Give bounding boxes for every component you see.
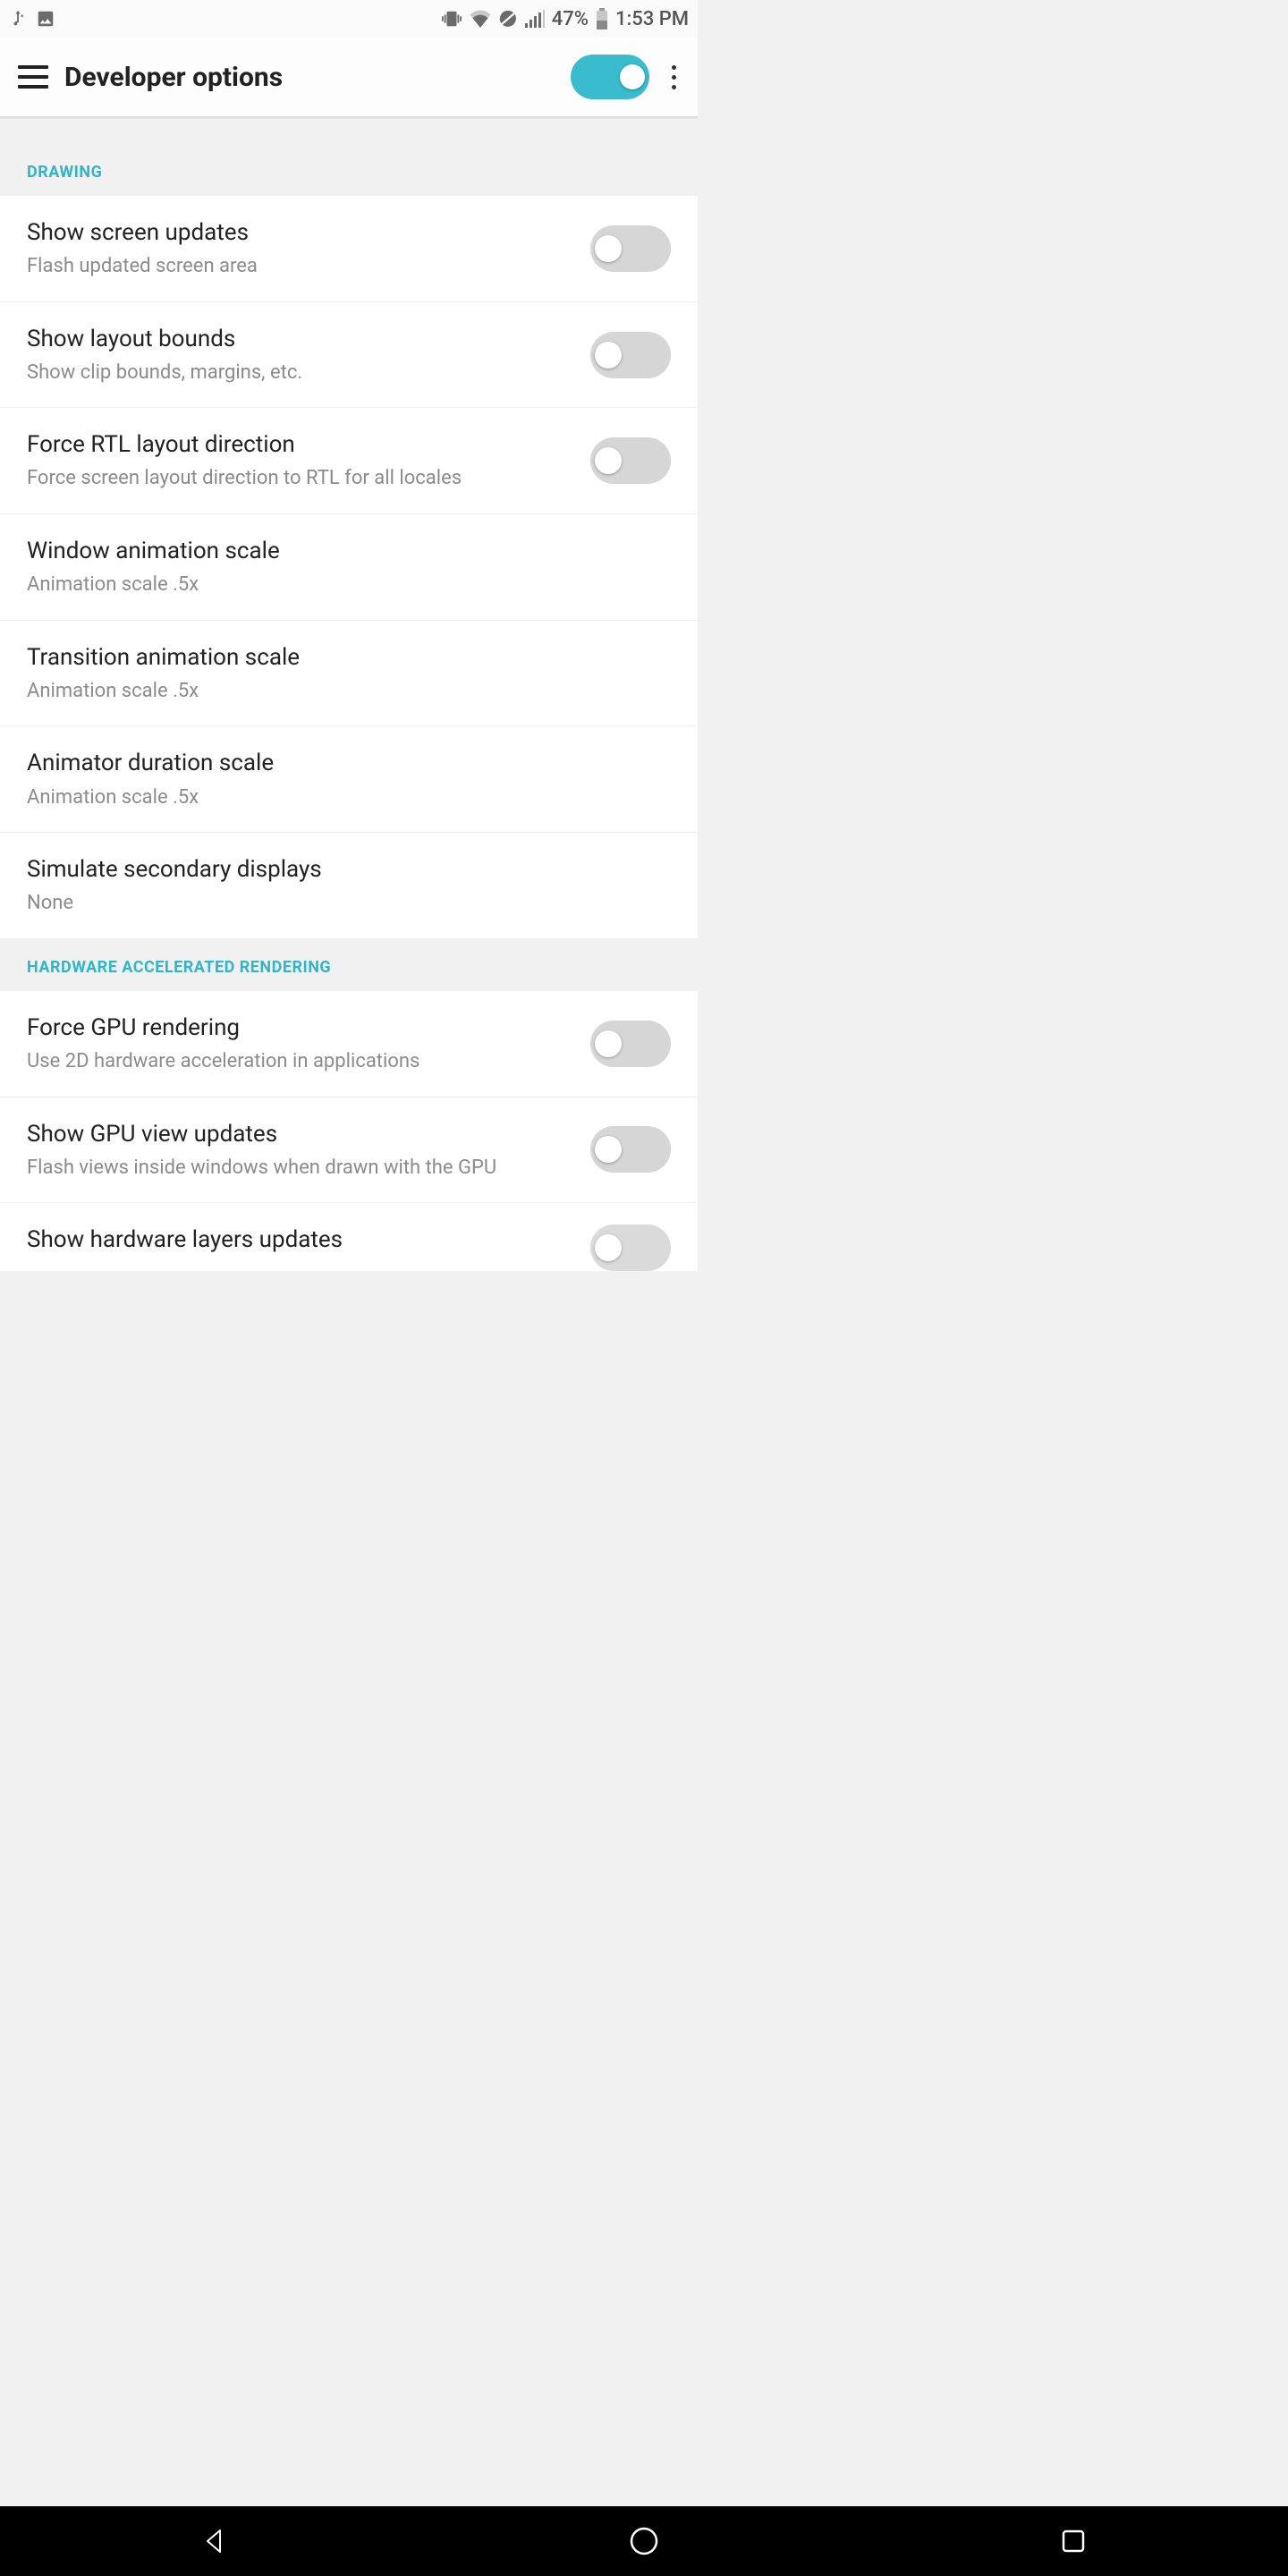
row-subtitle: Animation scale .5x: [27, 679, 657, 705]
section-header-hw-accel: HARDWARE ACCELERATED RENDERING: [0, 938, 698, 991]
row-title: Animator duration scale: [27, 748, 657, 779]
page-title: Developer options: [64, 62, 571, 93]
row-subtitle: None: [27, 891, 657, 917]
usb-icon: [9, 8, 29, 30]
toggle-force-rtl[interactable]: OFF: [590, 437, 671, 484]
row-force-rtl[interactable]: Force RTL layout direction Force screen …: [0, 407, 698, 513]
toggle-force-gpu-rendering[interactable]: OFF: [590, 1021, 671, 1067]
row-transition-animation-scale[interactable]: Transition animation scale Animation sca…: [0, 620, 698, 726]
signal-icon: [525, 10, 545, 28]
clock-text: 1:53 PM: [615, 8, 689, 30]
row-title: Show screen updates: [27, 217, 576, 249]
row-title: Force GPU rendering: [27, 1013, 576, 1044]
battery-percent: 47%: [552, 8, 589, 30]
row-title: Show hardware layers updates: [27, 1224, 576, 1256]
nav-home-button[interactable]: [617, 2514, 671, 2568]
section-body-hw-accel: Force GPU rendering Use 2D hardware acce…: [0, 991, 698, 1271]
row-simulate-secondary-displays[interactable]: Simulate secondary displays None: [0, 832, 698, 938]
status-bar: 47% 1:53 PM: [0, 0, 698, 38]
section-header-drawing: DRAWING: [0, 143, 698, 196]
nav-back-button[interactable]: [188, 2514, 242, 2568]
toggle-show-layout-bounds[interactable]: OFF: [590, 332, 671, 378]
battery-icon: [596, 8, 608, 30]
row-title: Transition animation scale: [27, 642, 657, 674]
vibrate-icon: [441, 9, 462, 29]
row-show-gpu-view-updates[interactable]: Show GPU view updates Flash views inside…: [0, 1097, 698, 1203]
row-title: Show GPU view updates: [27, 1119, 576, 1150]
navigation-bar: [0, 2506, 1288, 2576]
toggle-show-screen-updates[interactable]: OFF: [590, 225, 671, 272]
row-subtitle: Use 2D hardware acceleration in applicat…: [27, 1049, 576, 1075]
menu-icon[interactable]: [18, 65, 48, 89]
toggle-show-gpu-view-updates[interactable]: OFF: [590, 1126, 671, 1173]
row-title: Window animation scale: [27, 536, 657, 567]
row-show-layout-bounds[interactable]: Show layout bounds Show clip bounds, mar…: [0, 301, 698, 408]
app-bar: Developer options ON: [0, 38, 698, 118]
section-body-drawing: Show screen updates Flash updated screen…: [0, 196, 698, 938]
top-spacer: [0, 118, 698, 143]
row-title: Simulate secondary displays: [27, 854, 657, 886]
nav-recent-button[interactable]: [1046, 2514, 1100, 2568]
row-show-hw-layers-updates[interactable]: Show hardware layers updates OFF: [0, 1202, 698, 1271]
row-force-gpu-rendering[interactable]: Force GPU rendering Use 2D hardware acce…: [0, 991, 698, 1097]
row-animator-duration-scale[interactable]: Animator duration scale Animation scale …: [0, 725, 698, 832]
overflow-menu-icon[interactable]: [667, 65, 680, 89]
row-subtitle: Show clip bounds, margins, etc.: [27, 360, 576, 386]
section-header-label: HARDWARE ACCELERATED RENDERING: [27, 958, 331, 977]
do-not-disturb-icon: [498, 9, 518, 29]
section-header-label: DRAWING: [27, 163, 102, 182]
developer-options-master-toggle[interactable]: ON: [571, 55, 649, 99]
row-title: Show layout bounds: [27, 324, 576, 355]
row-show-screen-updates[interactable]: Show screen updates Flash updated screen…: [0, 196, 698, 301]
image-icon: [36, 9, 55, 29]
row-subtitle: Animation scale .5x: [27, 785, 657, 811]
row-subtitle: Flash views inside windows when drawn wi…: [27, 1156, 576, 1182]
row-subtitle: Flash updated screen area: [27, 254, 576, 280]
toggle-show-hw-layers-updates[interactable]: OFF: [590, 1224, 671, 1271]
row-subtitle: Force screen layout direction to RTL for…: [27, 466, 576, 492]
row-title: Force RTL layout direction: [27, 429, 576, 461]
row-subtitle: Animation scale .5x: [27, 572, 657, 598]
row-window-animation-scale[interactable]: Window animation scale Animation scale .…: [0, 513, 698, 620]
wifi-icon: [470, 10, 491, 28]
